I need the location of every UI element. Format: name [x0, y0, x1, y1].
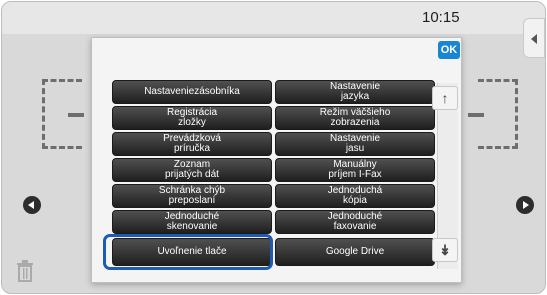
tile-jednoduche-skenovanie[interactable]: Jednoduché skenovanie: [112, 210, 272, 234]
tile-manualny-prijem-i-fax[interactable]: Manuálny príjem I-Fax: [275, 158, 435, 182]
tile-nastavenie-jasu[interactable]: Nastavenie jasu: [275, 132, 435, 156]
device-screen: 10:15 OK Nastaveniezásobníka Nastavenie …: [1, 1, 546, 294]
tile-zoznam-prijatych-dat[interactable]: Zoznam prijatých dát: [112, 158, 272, 182]
tile-nastavenie-zasobnika[interactable]: Nastaveniezásobníka: [112, 80, 272, 104]
tile-rezim-vacsieho-zobrazenia[interactable]: Režim väčšieho zobrazenia: [275, 106, 435, 130]
side-panel-tab[interactable]: [523, 18, 545, 58]
tile-jednoduche-faxovanie[interactable]: Jednoduché faxovanie: [275, 210, 435, 234]
clock: 10:15: [422, 9, 460, 26]
scroll-down-icon[interactable]: ↡: [432, 238, 458, 262]
tile-google-drive[interactable]: Google Drive: [275, 238, 435, 266]
plus-icon: [468, 113, 484, 117]
arrow-left-icon[interactable]: [23, 196, 41, 214]
plus-icon: [68, 113, 84, 117]
tile-jednoducha-kopia[interactable]: Jednoduchá kópia: [275, 184, 435, 208]
arrow-right-icon[interactable]: [516, 196, 534, 214]
status-bar: 10:15: [2, 2, 545, 34]
trash-icon[interactable]: [15, 259, 35, 283]
selected-tile-highlight: [103, 234, 273, 270]
bg-frame-right: [478, 79, 518, 149]
tile-schranka-chyb-preposlani[interactable]: Schránka chýb preposlaní: [112, 184, 272, 208]
ok-button[interactable]: OK: [438, 41, 460, 59]
scroll-up-icon[interactable]: ↑: [432, 86, 458, 110]
tile-nastavenie-jazyka[interactable]: Nastavenie jazyka: [275, 80, 435, 104]
tile-registracia-zlozky[interactable]: Registrácia zložky: [112, 106, 272, 130]
tile-prevadzkova-prirucka[interactable]: Prevádzková príručka: [112, 132, 272, 156]
